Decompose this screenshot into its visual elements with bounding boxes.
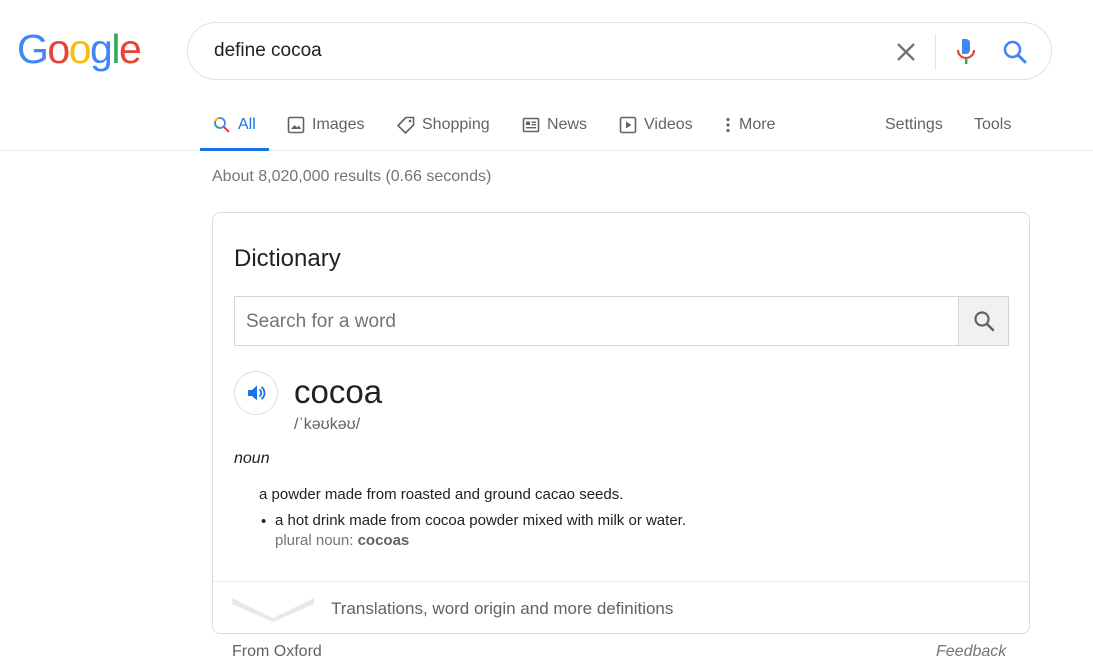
definition-1: a powder made from roasted and ground ca… [259,486,624,503]
more-definitions-toggle[interactable]: Translations, word origin and more defin… [213,581,1029,633]
chevron-down-icon [232,598,314,622]
tools-link[interactable]: Tools [974,100,1011,150]
plural-form: plural noun: cocoas [275,532,409,549]
tab-images[interactable]: Images [287,100,364,150]
tab-videos[interactable]: Videos [619,100,693,150]
tab-label: Videos [644,116,693,133]
tab-label: Images [312,116,365,133]
search-icon [973,311,994,332]
tag-icon [397,116,415,134]
tab-label: More [739,116,776,133]
search-tabs: All Images Shopping News Videos More Set… [0,100,1093,151]
settings-link[interactable]: Settings [885,100,943,150]
tab-label: All [238,116,256,133]
logo-letter: l [111,26,120,72]
tab-news[interactable]: News [522,100,587,150]
more-definitions-label: Translations, word origin and more defin… [331,599,674,618]
search-icon[interactable] [1000,37,1030,67]
dictionary-search-field[interactable]: Search for a word [234,296,1009,346]
dictionary-card: Dictionary Search for a word cocoa /ˈkəʊ… [212,212,1030,634]
tab-label: Shopping [422,116,490,133]
logo-letter: e [118,26,142,72]
logo-letter: o [47,26,70,72]
microphone-icon[interactable] [953,36,979,68]
plural-label: plural noun: [275,532,354,549]
news-icon [522,117,540,133]
logo-letter: o [68,26,92,72]
logo-letter: G [17,26,49,72]
dictionary-search-input[interactable]: Search for a word [246,311,396,333]
definition-bullet: • [261,513,267,530]
google-logo[interactable]: Google [17,26,142,72]
part-of-speech: noun [234,450,270,467]
search-icon [214,117,230,133]
logo-letter: g [90,26,113,72]
card-title: Dictionary [234,245,341,272]
plural-value: cocoas [357,532,410,549]
dictionary-search-button[interactable] [958,297,1008,345]
clear-icon[interactable] [892,38,920,66]
speaker-icon [248,385,266,401]
headword: cocoa [294,373,383,410]
search-box[interactable]: define cocoa [187,22,1052,80]
more-vert-icon [726,117,730,133]
source-attribution: From Oxford [232,643,322,660]
result-stats: About 8,020,000 results (0.66 seconds) [212,168,492,185]
tab-label: News [547,116,588,133]
search-divider [935,34,936,70]
tab-shopping[interactable]: Shopping [397,100,490,150]
phonetic-spelling: /ˈkəʊkəʊ/ [294,416,361,433]
tab-all[interactable]: All [200,100,269,151]
video-icon [619,116,637,134]
image-icon [287,116,305,134]
definition-2: a hot drink made from cocoa powder mixed… [275,512,686,529]
pronunciation-button[interactable] [234,371,278,415]
search-input[interactable]: define cocoa [214,40,322,62]
tab-more[interactable]: More [724,100,775,150]
feedback-link[interactable]: Feedback [936,643,1006,661]
